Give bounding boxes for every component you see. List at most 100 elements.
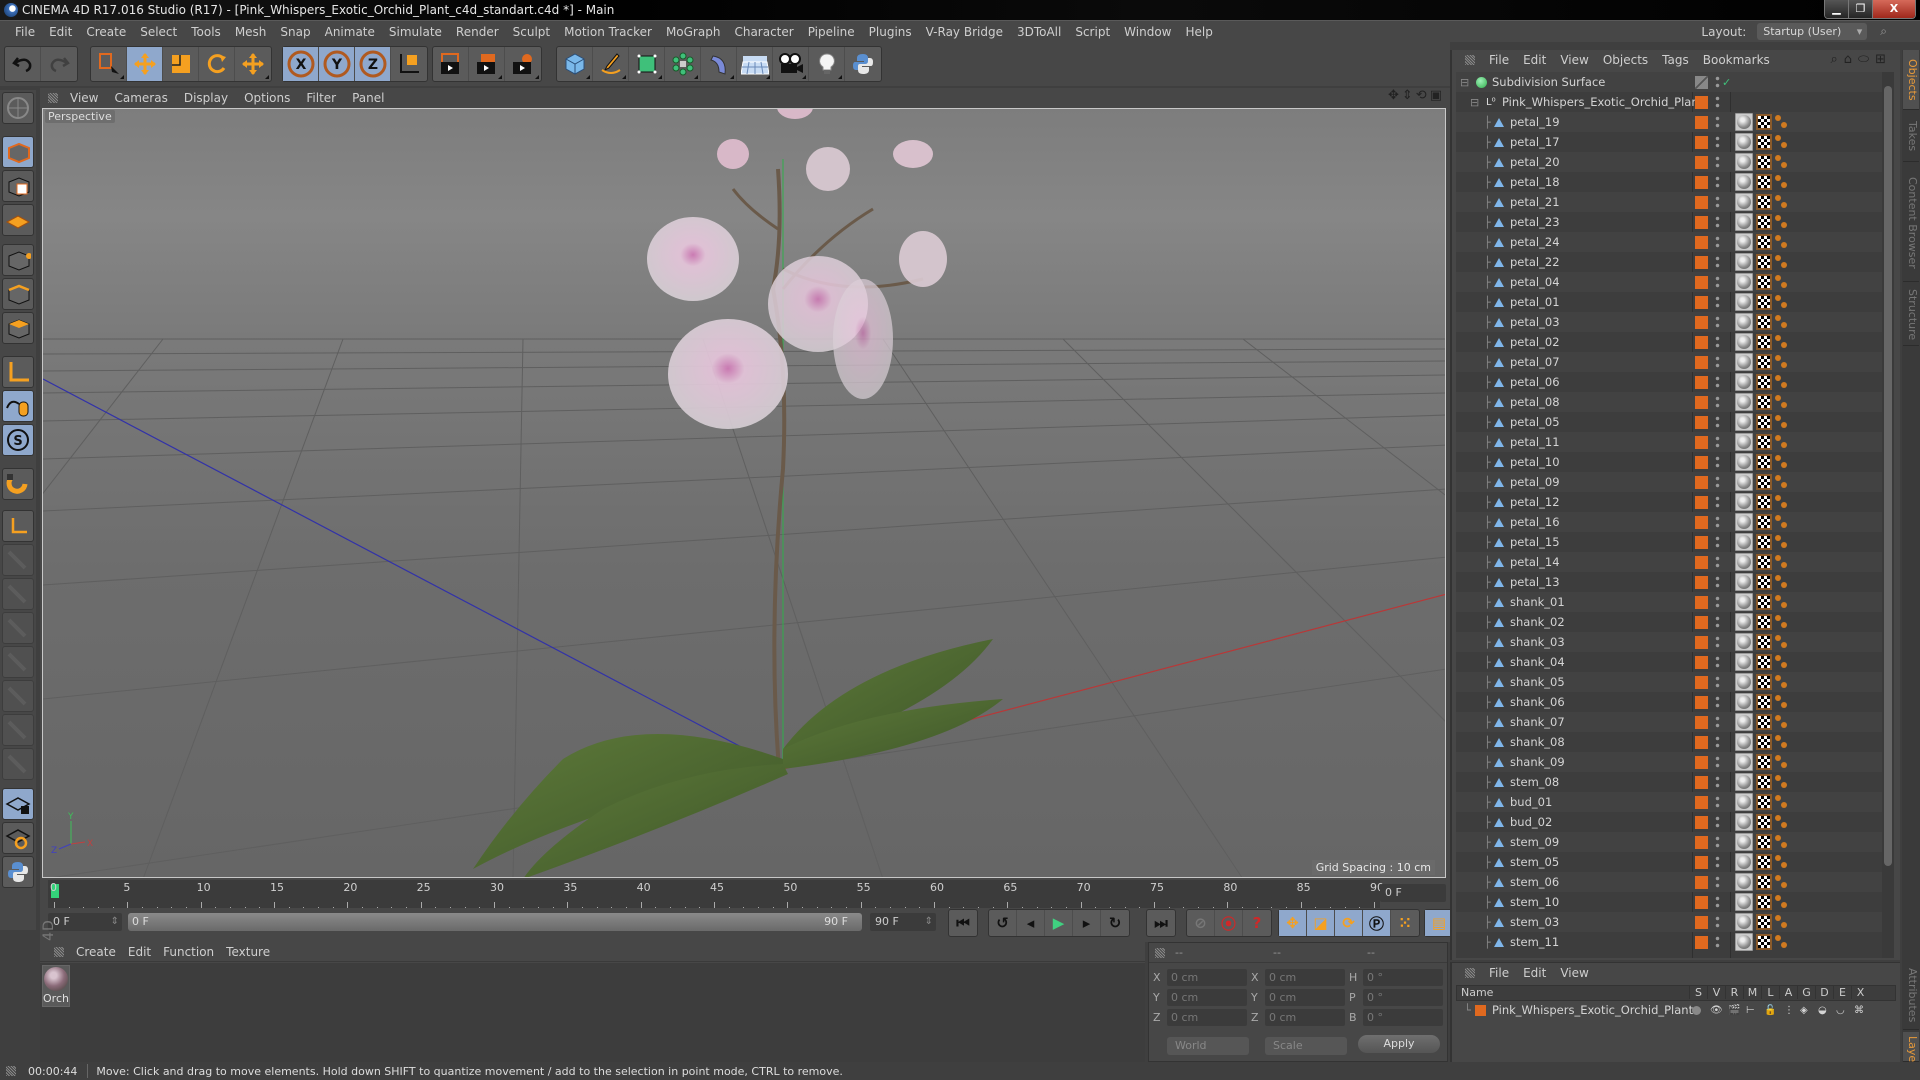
ik-tool-psr-icon[interactable] [2,646,34,678]
uvw-tag-icon[interactable] [1756,434,1772,450]
objects-menu-view[interactable]: View [1560,53,1588,67]
menu-sculpt[interactable]: Sculpt [513,25,550,39]
uvw-tag-icon[interactable] [1756,134,1772,150]
uvw-tag-icon[interactable] [1756,794,1772,810]
material-tag-icon[interactable] [1735,533,1753,551]
object-row[interactable]: ├ petal_16 [1456,512,1882,532]
object-name[interactable]: stem_08 [1510,775,1559,789]
viewport-menu-panel[interactable]: Panel [352,91,384,105]
layer-row[interactable]: └ Pink_Whispers_Exotic_Orchid_Plant 👁 🎬 … [1456,1001,1896,1019]
cloner-icon[interactable] [665,47,701,81]
uvw-tag-icon[interactable] [1756,114,1772,130]
model-mode-icon[interactable] [2,136,34,168]
visibility-dots-icon[interactable] [1715,335,1720,349]
layer-color-icon[interactable] [1695,315,1708,329]
uvw-tag-icon[interactable] [1756,354,1772,370]
coordinate-system-icon[interactable] [391,47,427,81]
objects-menu-edit[interactable]: Edit [1523,53,1546,67]
layer-color-icon[interactable] [1695,615,1708,629]
visibility-dots-icon[interactable] [1715,555,1720,569]
object-row[interactable]: ├ petal_07 [1456,352,1882,372]
phong-tag-icon[interactable] [1775,314,1789,330]
menu-mograph[interactable]: MoGraph [666,25,721,39]
material-tag-icon[interactable] [1735,393,1753,411]
phong-tag-icon[interactable] [1775,454,1789,470]
objects-menu-tags[interactable]: Tags [1662,53,1689,67]
object-name[interactable]: petal_10 [1510,455,1560,469]
layers-menu-file[interactable]: File [1489,966,1509,980]
render-picture-viewer-icon[interactable] [469,47,505,81]
object-row[interactable]: ├ petal_24 [1456,232,1882,252]
material-tag-icon[interactable] [1735,893,1753,911]
uvw-tag-icon[interactable] [1756,374,1772,390]
col-expressions[interactable]: E [1833,986,1851,999]
object-name[interactable]: shank_09 [1510,755,1565,769]
uvw-tag-icon[interactable] [1756,174,1772,190]
uvw-tag-icon[interactable] [1756,514,1772,530]
object-row[interactable]: ├ stem_09 [1456,832,1882,852]
key-parameter-icon[interactable]: Ⓟ [1363,910,1391,936]
phong-tag-icon[interactable] [1775,894,1789,910]
menu-tools[interactable]: Tools [191,25,221,39]
make-editable-icon[interactable] [2,92,34,124]
material-tag-icon[interactable] [1735,553,1753,571]
phong-tag-icon[interactable] [1775,234,1789,250]
visibility-dots-icon[interactable] [1715,155,1720,169]
visibility-dots-icon[interactable] [1715,735,1720,749]
material-menu-function[interactable]: Function [163,945,214,959]
prev-key-icon[interactable]: ↺ [989,910,1017,936]
material-tag-icon[interactable] [1735,873,1753,891]
snap-icon[interactable]: S [2,424,34,456]
visibility-dots-icon[interactable] [1715,935,1720,949]
uvw-tag-icon[interactable] [1756,614,1772,630]
phong-tag-icon[interactable] [1775,714,1789,730]
object-name[interactable]: petal_22 [1510,255,1560,269]
deformer-icon[interactable] [701,47,737,81]
phong-tag-icon[interactable] [1775,854,1789,870]
enabled-check-icon[interactable]: ✓ [1722,76,1731,89]
uvw-tag-icon[interactable] [1756,834,1772,850]
visibility-dots-icon[interactable] [1715,915,1720,929]
visibility-dots-icon[interactable] [1715,435,1720,449]
link-icon[interactable]: ⬭ [1858,52,1869,67]
tab-content-browser[interactable]: Content Browser [1903,164,1919,282]
object-row[interactable]: ├ stem_10 [1456,892,1882,912]
visibility-dots-icon[interactable] [1715,135,1720,149]
object-row[interactable]: ├ shank_06 [1456,692,1882,712]
prev-frame-icon[interactable]: ◂ [1017,910,1045,936]
object-name[interactable]: petal_05 [1510,415,1560,429]
visibility-dots-icon[interactable] [1715,95,1720,109]
home-icon[interactable]: ⌂ [1844,52,1852,67]
layer-color-icon[interactable] [1695,935,1708,949]
uvw-tag-icon[interactable] [1756,734,1772,750]
layer-color-icon[interactable] [1695,575,1708,589]
viewport-menu-filter[interactable]: Filter [306,91,336,105]
visibility-dots-icon[interactable] [1715,835,1720,849]
menu-mesh[interactable]: Mesh [235,25,267,39]
phong-tag-icon[interactable] [1775,374,1789,390]
material-swatch[interactable]: Orch [42,965,70,1007]
cube-icon[interactable] [557,47,593,81]
object-row[interactable]: ├ stem_08 [1456,772,1882,792]
object-name[interactable]: petal_04 [1510,275,1560,289]
menu-motion-tracker[interactable]: Motion Tracker [564,25,652,39]
object-row[interactable]: ├ petal_06 [1456,372,1882,392]
col-name[interactable]: Name [1461,986,1493,999]
layer-color-swatch[interactable] [1474,1004,1486,1016]
viewport-menu-view[interactable]: View [70,91,98,105]
visibility-dots-icon[interactable] [1715,175,1720,189]
col-render[interactable]: R [1725,986,1743,999]
object-name[interactable]: petal_06 [1510,375,1560,389]
coordinate-space-dropdown[interactable]: World [1167,1037,1249,1055]
3d-viewport[interactable]: Y X Z Perspective Grid Spacing : 10 cm [42,108,1446,878]
object-name[interactable]: petal_15 [1510,535,1560,549]
size-x-field[interactable]: 0 cm [1265,969,1345,986]
object-row[interactable]: ├ petal_17 [1456,132,1882,152]
menu-vray-bridge[interactable]: V-Ray Bridge [926,25,1003,39]
phong-tag-icon[interactable] [1775,574,1789,590]
uvw-tag-icon[interactable] [1756,234,1772,250]
object-name[interactable]: petal_19 [1510,115,1560,129]
subdivision-icon[interactable] [629,47,665,81]
visibility-dots-icon[interactable] [1715,815,1720,829]
object-row[interactable]: ├ petal_11 [1456,432,1882,452]
